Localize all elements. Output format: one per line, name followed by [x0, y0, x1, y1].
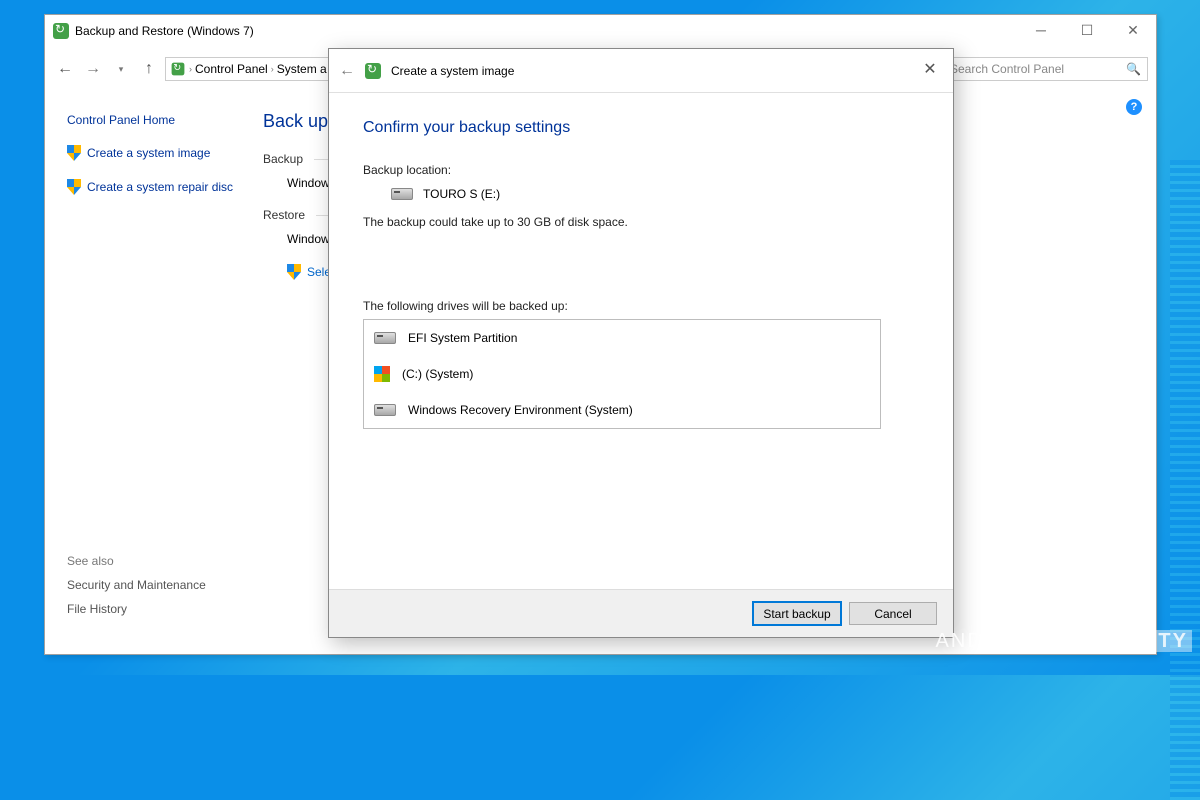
restore-section-label: Restore — [263, 208, 305, 222]
drive-icon — [374, 332, 396, 344]
dialog-titlebar[interactable]: ← Create a system image ✕ — [329, 49, 953, 93]
watermark-light: ANDROID — [936, 630, 1042, 652]
close-button[interactable]: ✕ — [1110, 15, 1156, 45]
seealso-security-maintenance[interactable]: Security and Maintenance — [67, 578, 206, 592]
maximize-button[interactable]: ☐ — [1064, 15, 1110, 45]
drive-icon — [391, 188, 413, 200]
window-title: Backup and Restore (Windows 7) — [75, 24, 254, 38]
windows-icon — [374, 366, 390, 382]
control-panel-home-link[interactable]: Control Panel Home — [67, 113, 247, 127]
backup-section-label: Backup — [263, 152, 303, 166]
chevron-right-icon: › — [189, 64, 192, 74]
desktop-background-pattern — [1170, 160, 1200, 800]
backup-size-note: The backup could take up to 30 GB of dis… — [363, 215, 919, 229]
drive-label: (C:) (System) — [402, 367, 473, 381]
sidebar-task-label: Create a system repair disc — [87, 180, 233, 194]
app-icon — [53, 23, 69, 39]
nav-recent-dropdown[interactable]: ▾ — [109, 57, 133, 81]
seealso-file-history[interactable]: File History — [67, 602, 206, 616]
drives-list-label: The following drives will be backed up: — [363, 299, 919, 313]
nav-up-button[interactable]: ↑ — [137, 57, 161, 81]
search-placeholder: Search Control Panel — [950, 62, 1064, 76]
sidebar-task-label: Create a system image — [87, 146, 210, 160]
dialog-body: Confirm your backup settings Backup loca… — [329, 93, 953, 589]
drive-label: Windows Recovery Environment (System) — [408, 403, 633, 417]
seealso-header: See also — [67, 554, 206, 568]
minimize-button[interactable]: ─ — [1018, 15, 1064, 45]
backup-location-label: Backup location: — [363, 163, 919, 177]
drive-icon — [374, 404, 396, 416]
cancel-button[interactable]: Cancel — [849, 602, 937, 625]
nav-forward-button[interactable]: → — [81, 57, 105, 81]
sidebar-task-create-repair-disc[interactable]: Create a system repair disc — [67, 179, 247, 195]
start-backup-button[interactable]: Start backup — [753, 602, 841, 625]
titlebar[interactable]: Backup and Restore (Windows 7) ─ ☐ ✕ — [45, 15, 1156, 47]
breadcrumb-root[interactable]: Control Panel — [195, 62, 268, 76]
drive-label: EFI System Partition — [408, 331, 517, 345]
watermark: ANDROID AUTHORITY — [936, 630, 1192, 653]
dialog-heading: Confirm your backup settings — [363, 119, 919, 137]
search-input[interactable]: Search Control Panel 🔍 — [943, 57, 1148, 81]
search-icon: 🔍 — [1126, 62, 1141, 76]
breadcrumb-section[interactable]: System a — [277, 62, 327, 76]
dialog-footer: Start backup Cancel — [329, 589, 953, 637]
dialog-back-button[interactable]: ← — [339, 62, 355, 80]
shield-icon — [67, 145, 81, 161]
shield-icon — [287, 264, 301, 280]
drive-row[interactable]: EFI System Partition — [364, 320, 880, 356]
dialog-app-icon — [365, 63, 381, 79]
create-system-image-dialog: ← Create a system image ✕ Confirm your b… — [328, 48, 954, 638]
drive-row[interactable]: Windows Recovery Environment (System) — [364, 392, 880, 428]
dialog-title: Create a system image — [391, 64, 514, 78]
chevron-right-icon: › — [271, 64, 274, 74]
backup-location-value: TOURO S (E:) — [423, 187, 500, 201]
watermark-bold: AUTHORITY — [1049, 630, 1192, 652]
nav-back-button[interactable]: ← — [53, 57, 77, 81]
sidebar: Control Panel Home Create a system image… — [45, 89, 263, 654]
shield-icon — [67, 179, 81, 195]
backup-location-row: TOURO S (E:) — [363, 187, 919, 201]
drives-listbox: EFI System Partition (C:) (System) Windo… — [363, 319, 881, 429]
drive-row[interactable]: (C:) (System) — [364, 356, 880, 392]
sidebar-task-create-system-image[interactable]: Create a system image — [67, 145, 247, 161]
dialog-close-button[interactable]: ✕ — [915, 59, 945, 79]
breadcrumb-app-icon — [172, 63, 185, 76]
